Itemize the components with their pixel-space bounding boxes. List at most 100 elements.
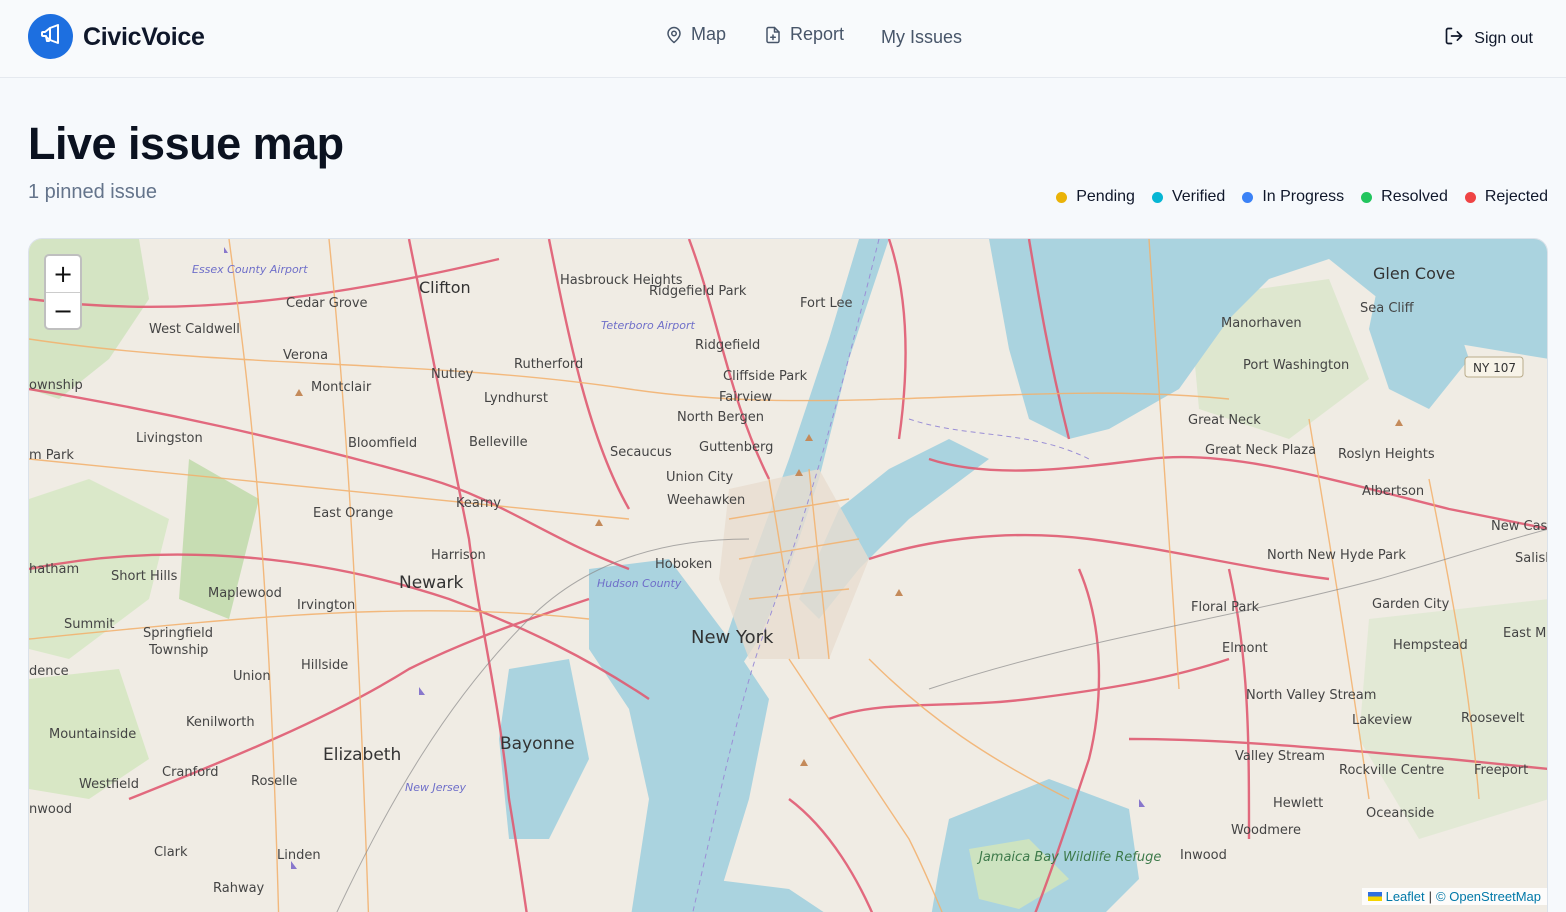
label-essex-airport: Essex County Airport [192, 263, 308, 276]
label-dence: dence [29, 664, 69, 679]
label-maplewood: Maplewood [208, 586, 282, 601]
legend-resolved: Resolved [1361, 188, 1448, 206]
label-short-hills: Short Hills [111, 569, 178, 584]
legend-label: Pending [1076, 188, 1135, 205]
label-manorhaven: Manorhaven [1221, 316, 1302, 331]
zoom-out-button[interactable]: − [46, 292, 80, 328]
label-rockville: Rockville Centre [1339, 763, 1444, 778]
label-lakeview: Lakeview [1352, 713, 1413, 728]
legend-label: Rejected [1484, 188, 1548, 205]
label-clark: Clark [154, 845, 188, 860]
label-township-left: ownship [29, 378, 83, 393]
label-jamaica-bay: Jamaica Bay Wildlife Refuge [976, 850, 1161, 865]
label-bloomfield: Bloomfield [348, 436, 417, 451]
nav-my-issues[interactable]: My Issues [881, 27, 962, 48]
nav-my-issues-label: My Issues [881, 27, 963, 47]
status-legend: Pending Verified In Progress Resolved Re… [1056, 188, 1548, 206]
label-weehawken: Weehawken [667, 493, 745, 508]
label-west-caldwell: West Caldwell [149, 322, 240, 337]
map-pin-icon [665, 25, 683, 45]
zoom-control: + − [44, 254, 82, 330]
label-east-orange: East Orange [313, 506, 393, 521]
label-new-york: New York [691, 627, 774, 648]
label-lyndhurst: Lyndhurst [484, 391, 548, 406]
label-port-washington: Port Washington [1243, 358, 1349, 373]
label-ridgefield: Ridgefield [695, 338, 760, 353]
legend-pending: Pending [1056, 188, 1135, 206]
label-irvington: Irvington [297, 598, 355, 613]
logout-icon [1444, 26, 1464, 51]
osm-link[interactable]: © OpenStreetMap [1436, 889, 1541, 904]
label-rahway: Rahway [213, 881, 265, 896]
label-garden-city: Garden City [1372, 597, 1450, 612]
zoom-in-button[interactable]: + [46, 256, 80, 292]
nav-map[interactable]: Map [665, 24, 726, 45]
nav-map-label: Map [691, 24, 727, 44]
legend-dot [1361, 191, 1373, 203]
label-oceanside: Oceanside [1366, 806, 1434, 821]
label-kenilworth: Kenilworth [186, 715, 255, 730]
label-new-cas: New Cas [1491, 519, 1548, 534]
label-inwood: Inwood [1180, 848, 1227, 863]
nav-report[interactable]: Report [764, 24, 844, 45]
label-roslyn: Roslyn Heights [1338, 447, 1435, 462]
label-east-m: East M [1503, 626, 1546, 641]
nav-report-label: Report [790, 24, 845, 44]
label-kearny: Kearny [456, 496, 501, 511]
label-sea-cliff: Sea Cliff [1360, 301, 1415, 316]
label-livingston: Livingston [136, 431, 203, 446]
label-north-new-hyde-park: North New Hyde Park [1267, 548, 1406, 563]
page-title: Live issue map [28, 118, 344, 169]
label-guttenberg: Guttenberg [699, 440, 773, 455]
label-roselle: Roselle [251, 774, 297, 789]
label-fairview: Fairview [719, 390, 773, 405]
label-albertson: Albertson [1362, 484, 1424, 499]
map-tiles[interactable]: New York Newark Elizabeth Bayonne Clifto… [29, 239, 1548, 912]
legend-label: In Progress [1262, 188, 1345, 205]
legend-verified: Verified [1151, 188, 1225, 206]
leaflet-link[interactable]: Leaflet [1386, 889, 1425, 904]
label-elizabeth: Elizabeth [323, 745, 401, 765]
label-hillside: Hillside [301, 658, 348, 673]
top-navbar: CivicVoice Map Report My Issues Sign out [0, 0, 1566, 78]
label-north-bergen: North Bergen [677, 410, 764, 425]
label-union-city: Union City [666, 470, 733, 485]
label-cliffside: Cliffside Park [723, 369, 808, 384]
label-fort-lee: Fort Lee [800, 296, 853, 311]
route-shield: NY 107 [1473, 361, 1516, 375]
issue-map[interactable]: New York Newark Elizabeth Bayonne Clifto… [28, 238, 1548, 912]
label-hewlett: Hewlett [1273, 796, 1323, 811]
label-roosevelt: Roosevelt [1461, 711, 1525, 726]
map-attribution: Leaflet | © OpenStreetMap [1361, 888, 1547, 905]
attribution-separator: | [1428, 889, 1433, 904]
sign-out-button[interactable]: Sign out [1444, 26, 1533, 51]
label-hempstead: Hempstead [1393, 638, 1468, 653]
brand-name[interactable]: CivicVoice [83, 23, 205, 52]
label-great-neck: Great Neck [1188, 413, 1261, 428]
label-north-valley-stream: North Valley Stream [1246, 688, 1376, 703]
label-valley-stream: Valley Stream [1235, 749, 1325, 764]
label-secaucus: Secaucus [610, 445, 672, 460]
sign-out-label: Sign out [1474, 29, 1533, 47]
label-belleville: Belleville [469, 435, 528, 450]
megaphone-icon [39, 22, 63, 51]
label-westfield: Westfield [79, 777, 139, 792]
label-bayonne: Bayonne [500, 734, 575, 754]
label-chatham: hatham [29, 562, 79, 577]
label-new-jersey: New Jersey [405, 781, 467, 794]
legend-dot [1056, 191, 1068, 203]
label-hudson-county: Hudson County [597, 577, 682, 590]
legend-dot [1464, 191, 1476, 203]
label-teterboro: Teterboro Airport [601, 319, 696, 332]
legend-dot [1242, 191, 1254, 203]
label-great-neck-plaza: Great Neck Plaza [1205, 443, 1316, 458]
legend-in-progress: In Progress [1242, 188, 1344, 206]
label-nutley: Nutley [431, 367, 474, 382]
app-logo[interactable] [28, 14, 73, 59]
label-hoboken: Hoboken [655, 557, 712, 572]
label-salis: Salisl [1515, 551, 1548, 566]
label-ridgefield-park: Ridgefield Park [649, 284, 747, 299]
label-verona: Verona [283, 348, 328, 363]
label-township: Township [148, 643, 208, 658]
label-montclair: Montclair [311, 380, 372, 395]
